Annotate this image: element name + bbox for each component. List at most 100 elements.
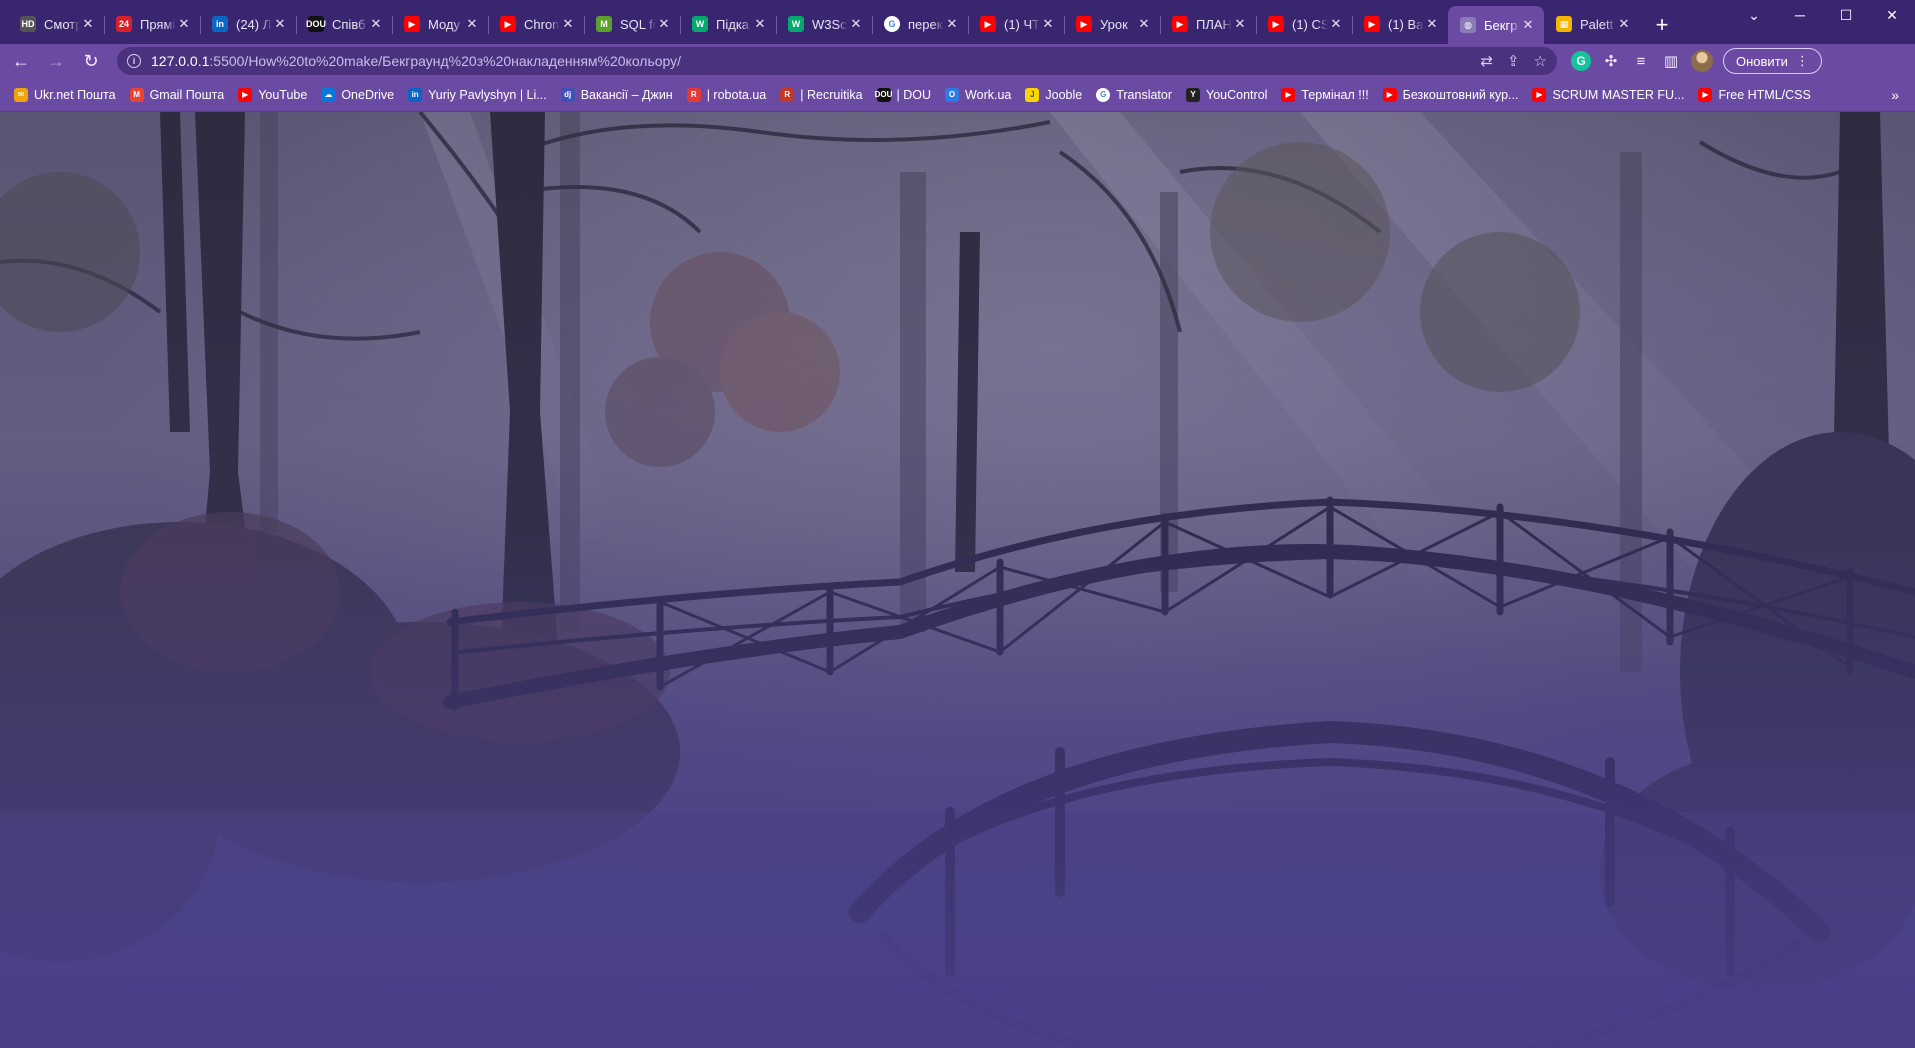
- tab-title: перек: [908, 16, 943, 32]
- close-icon[interactable]: ✕: [368, 16, 384, 32]
- tab-1[interactable]: 24 Прямі ✕: [104, 6, 200, 42]
- bookmark-item[interactable]: dj Вакансії – Джин: [560, 87, 673, 102]
- tab-16[interactable]: ▦ Palett ✕: [1544, 6, 1640, 42]
- browser-toolbar: ← → ↻ i 127.0.0.1:5500/How%20to%20make/Б…: [0, 44, 1915, 78]
- bookmark-item[interactable]: R | Recruitika: [780, 87, 863, 102]
- google-icon: G: [884, 16, 900, 32]
- jooble-icon: J: [1025, 87, 1040, 102]
- close-icon[interactable]: ✕: [944, 16, 960, 32]
- close-icon[interactable]: ✕: [752, 16, 768, 32]
- google-icon: G: [1096, 87, 1111, 102]
- bookmark-item[interactable]: J Jooble: [1025, 87, 1082, 102]
- bookmark-label: Ukr.net Пошта: [34, 87, 116, 102]
- tab-12[interactable]: ▶ ПЛАН ✕: [1160, 6, 1256, 42]
- address-bar[interactable]: i 127.0.0.1:5500/How%20to%20make/Бекграу…: [117, 47, 1557, 75]
- tab-15[interactable]: ◍ Бекгр ✕: [1448, 6, 1544, 44]
- close-icon[interactable]: ✕: [272, 16, 288, 32]
- bookmark-item[interactable]: ☁ OneDrive: [321, 87, 395, 102]
- bookmark-item[interactable]: O Work.ua: [945, 87, 1011, 102]
- bookmark-item[interactable]: ▶ SCRUM MASTER FU...: [1532, 87, 1685, 102]
- tab-title: W3Sc: [812, 16, 847, 32]
- close-icon[interactable]: ✕: [848, 16, 864, 32]
- close-icon[interactable]: ✕: [80, 16, 96, 32]
- close-icon[interactable]: ✕: [1136, 16, 1152, 32]
- tab-title: Palett: [1580, 16, 1614, 32]
- bookmark-item[interactable]: G Translator: [1096, 87, 1172, 102]
- share-icon[interactable]: ⇪: [1507, 52, 1520, 70]
- grammarly-icon[interactable]: G: [1571, 51, 1591, 71]
- bookmark-label: SCRUM MASTER FU...: [1552, 87, 1685, 102]
- tab-title: Прямі: [140, 16, 176, 32]
- bookmark-item[interactable]: ▶ YouTube: [238, 87, 307, 102]
- bookmark-item[interactable]: R | robota.ua: [686, 87, 766, 102]
- bookmark-star-icon[interactable]: ☆: [1534, 52, 1547, 70]
- close-icon[interactable]: ✕: [176, 16, 192, 32]
- bookmark-item[interactable]: ▶ Термінал !!!: [1281, 87, 1369, 102]
- reading-list-icon[interactable]: ≡: [1631, 51, 1651, 71]
- chevron-right-icon[interactable]: »: [1891, 87, 1899, 103]
- url-path: :5500/How%20to%20make/Бекграунд%20з%20на…: [209, 53, 682, 69]
- tab-title: ПЛАН: [1196, 16, 1232, 32]
- linkedin-icon: in: [212, 16, 228, 32]
- tab-3[interactable]: DOU Співб ✕: [296, 6, 392, 42]
- youtube-icon: ▶: [500, 16, 516, 32]
- bookmark-item[interactable]: ✉ Ukr.net Пошта: [14, 87, 116, 102]
- translate-icon[interactable]: ⇄: [1480, 52, 1493, 70]
- djinni-icon: dj: [560, 87, 575, 102]
- tab-9[interactable]: Gперек ✕: [872, 6, 968, 42]
- close-icon[interactable]: ✕: [1616, 16, 1632, 32]
- tab-8[interactable]: W W3Sc ✕: [776, 6, 872, 42]
- onedrive-icon: ☁: [321, 87, 336, 102]
- tab-2[interactable]: in (24) Л ✕: [200, 6, 296, 42]
- maximize-button[interactable]: ☐: [1823, 0, 1869, 30]
- tab-11[interactable]: ▶ Урок ✕: [1064, 6, 1160, 42]
- linkedin-icon: in: [408, 87, 423, 102]
- close-icon[interactable]: ✕: [1232, 16, 1248, 32]
- bookmark-item[interactable]: ▶ Free HTML/CSS: [1698, 87, 1811, 102]
- bookmark-item[interactable]: Y YouControl: [1186, 87, 1268, 102]
- bookmark-item[interactable]: DOU | DOU: [875, 87, 931, 102]
- tab-0[interactable]: HD Смотр ✕: [8, 6, 104, 42]
- bookmarks-bar: ✉ Ukr.net Пошта M Gmail Пошта ▶ YouTube ☁ OneDr…: [0, 78, 1915, 112]
- arrow-right-icon: →: [47, 50, 65, 71]
- minimize-button[interactable]: ─: [1777, 0, 1823, 30]
- youcontrol-icon: Y: [1186, 87, 1201, 102]
- close-window-button[interactable]: ✕: [1869, 0, 1915, 30]
- bookmark-label: OneDrive: [341, 87, 395, 102]
- close-icon[interactable]: ✕: [1328, 16, 1344, 32]
- tab-6[interactable]: M SQL fo ✕: [584, 6, 680, 42]
- tab-10[interactable]: ▶ (1) ЧТ ✕: [968, 6, 1064, 42]
- close-icon[interactable]: ✕: [656, 16, 672, 32]
- tab-5[interactable]: ▶ Chron ✕: [488, 6, 584, 42]
- close-icon[interactable]: ✕: [1040, 16, 1056, 32]
- bookmark-item[interactable]: ▶ Безкоштовний кур...: [1382, 87, 1518, 102]
- site-info-icon[interactable]: i: [127, 54, 141, 68]
- youtube-icon: ▶: [980, 16, 996, 32]
- tab-13[interactable]: ▶ (1) CS ✕: [1256, 6, 1352, 42]
- close-icon[interactable]: ✕: [1520, 17, 1536, 33]
- back-button[interactable]: ←: [7, 47, 35, 75]
- tab-7[interactable]: W Підка ✕: [680, 6, 776, 42]
- workua-icon: O: [945, 87, 960, 102]
- gmail-icon: M: [129, 87, 144, 102]
- close-icon[interactable]: ✕: [560, 16, 576, 32]
- bookmark-label: YouControl: [1206, 87, 1268, 102]
- side-panel-icon[interactable]: ▥: [1661, 51, 1681, 71]
- reload-button[interactable]: ↻: [77, 47, 105, 75]
- youtube-icon: ▶: [1281, 87, 1296, 102]
- tab-search-icon[interactable]: ⌄: [1731, 0, 1777, 30]
- close-icon[interactable]: ✕: [464, 16, 480, 32]
- update-button[interactable]: Оновити ⋮: [1723, 48, 1822, 74]
- close-icon[interactable]: ✕: [1424, 16, 1440, 32]
- tab-14[interactable]: ▶ (1) Ва ✕: [1352, 6, 1448, 42]
- forward-button[interactable]: →: [42, 47, 70, 75]
- bookmark-item[interactable]: in Yuriy Pavlyshyn | Li...: [408, 87, 547, 102]
- puzzle-icon[interactable]: ✣: [1601, 51, 1621, 71]
- omnibox-actions: ⇄ ⇪ ☆: [1480, 52, 1547, 70]
- new-tab-button[interactable]: +: [1648, 11, 1676, 39]
- bookmark-label: Gmail Пошта: [149, 87, 225, 102]
- avatar[interactable]: [1691, 50, 1713, 72]
- youtube-icon: ▶: [1076, 16, 1092, 32]
- tab-4[interactable]: ▶ Моду ✕: [392, 6, 488, 42]
- bookmark-item[interactable]: M Gmail Пошта: [129, 87, 225, 102]
